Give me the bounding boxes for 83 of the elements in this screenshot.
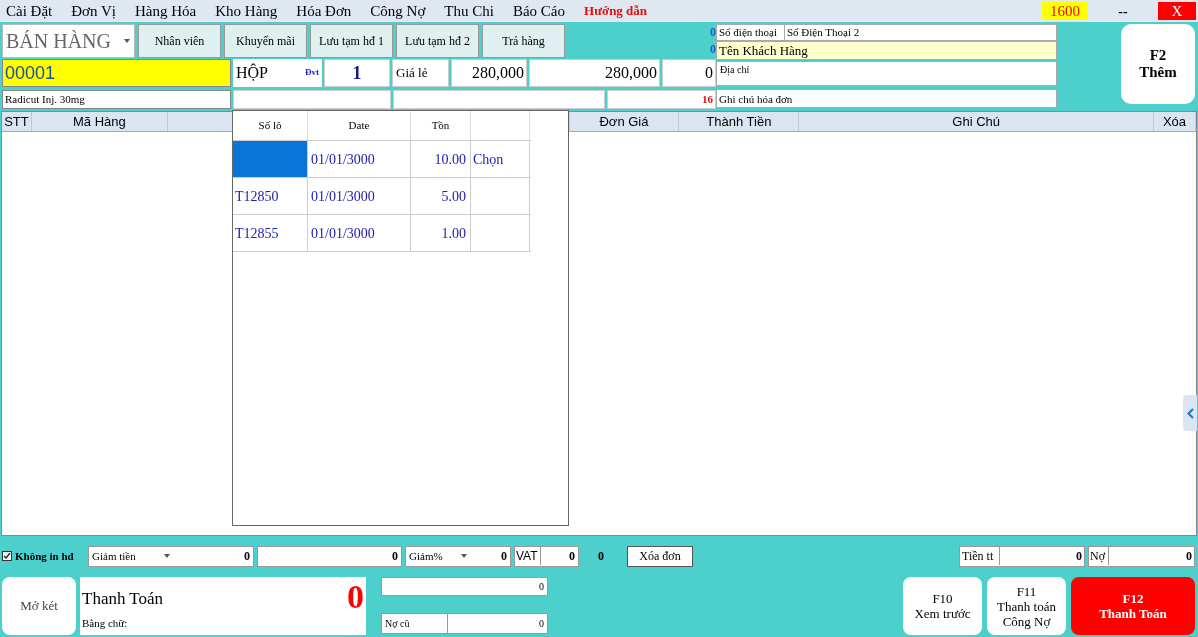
in-words-label: Bằng chữ: — [82, 616, 128, 631]
dropdown-caret-icon — [164, 554, 170, 558]
discount-field[interactable]: 0 — [662, 59, 716, 87]
mode-select[interactable]: BÁN HÀNG — [2, 24, 135, 58]
close-button[interactable]: X — [1158, 2, 1196, 20]
clear-invoice-button[interactable]: Xóa đơn — [627, 545, 693, 567]
invoice-note-field[interactable]: Ghi chú hóa đơn — [716, 89, 1057, 108]
toolbar-button[interactable]: Nhân viên — [138, 24, 221, 58]
column-header: Mã Hàng — [31, 112, 168, 131]
date-cell: 01/01/3000 — [308, 215, 411, 251]
checkbox-label: Không in hđ — [15, 548, 74, 564]
menu-item[interactable]: Công Nợ — [370, 0, 426, 23]
customer-name-field[interactable]: Tên Khách Hàng — [716, 41, 1057, 60]
choose-link[interactable]: Chọn — [473, 148, 504, 170]
price-field[interactable]: 280,000 — [451, 59, 527, 87]
menu-item[interactable]: Đơn Vị — [71, 0, 116, 23]
note-count: 16 — [607, 90, 716, 109]
text-field[interactable] — [233, 90, 391, 109]
unit-field[interactable]: HỘP Đvt — [233, 59, 322, 87]
phone2-field[interactable]: Số Điện Thoại 2 — [785, 24, 1057, 41]
action-button[interactable]: F12 Thanh Toán — [1071, 577, 1195, 635]
paid-field[interactable]: Tiền tt 0 — [959, 545, 1085, 567]
discount-extra-field[interactable]: 0 — [257, 545, 402, 567]
column-header: STT — [2, 112, 32, 131]
toolbar-button[interactable]: Lưu tạm hđ 2 — [396, 24, 479, 58]
old-debt-field[interactable]: Nợ cũ 0 — [381, 613, 548, 634]
chevron-left-icon — [1186, 407, 1194, 419]
product-name-field: Radicut Inj. 30mg — [2, 90, 231, 109]
amount-field: 280,000 — [529, 59, 660, 87]
column-header: Xóa — [1154, 112, 1196, 131]
phone-label: Số điện thoại — [716, 24, 785, 41]
lot-row[interactable]: T12850 01/01/3000 5.00 — [233, 177, 531, 214]
stock-cell: 10.00 — [411, 141, 471, 177]
column-header: Thành Tiền — [679, 112, 800, 131]
dropdown-caret-icon — [124, 39, 130, 43]
toolbar-button[interactable]: Trả hàng — [482, 24, 565, 58]
lot-cell: T12855 — [233, 215, 308, 251]
column-header: Ghi Chú — [799, 112, 1155, 131]
vat-total: 0 — [598, 548, 605, 565]
counter-value: 0 — [710, 41, 716, 58]
stock-cell: 1.00 — [411, 215, 471, 251]
counter-badge: 1600 — [1042, 2, 1088, 20]
dropdown-caret-icon — [461, 554, 467, 558]
column-header: Số lô — [233, 111, 308, 140]
action-button[interactable]: F10 Xem trước — [903, 577, 982, 635]
column-header: Tồn — [411, 111, 471, 140]
payment-total: 0 — [347, 577, 364, 617]
counter-value: 0 — [710, 24, 716, 41]
product-code-field[interactable]: 00001 — [2, 59, 231, 87]
menu-item[interactable]: Hàng Hóa — [135, 0, 197, 23]
lot-row[interactable]: 01/01/3000 10.00 Chọn — [233, 140, 531, 177]
address-field[interactable]: Địa chỉ — [716, 61, 1057, 87]
lot-row[interactable]: T12855 01/01/3000 1.00 — [233, 214, 531, 251]
discount-percent-field[interactable]: Giảm% 0 — [405, 545, 511, 567]
menu-item[interactable]: Hướng dẫn — [584, 1, 648, 21]
quantity-field[interactable]: 1 — [324, 59, 390, 87]
debt-field[interactable]: Nợ 0 — [1088, 545, 1195, 567]
date-cell: 01/01/3000 — [308, 141, 411, 177]
date-cell: 01/01/3000 — [308, 178, 411, 214]
toolbar-button[interactable]: Lưu tạm hđ 1 — [310, 24, 393, 58]
menu-item[interactable]: Kho Hàng — [215, 0, 278, 23]
column-header: Date — [308, 111, 411, 140]
unit-label: Đvt — [305, 66, 319, 80]
checkbox[interactable] — [2, 551, 12, 561]
discount-amount-field[interactable]: Giảm tiền 0 — [88, 545, 254, 567]
minimize-button[interactable]: -- — [1108, 0, 1138, 22]
payment-title: Thanh Toán — [82, 588, 164, 610]
vat-field[interactable]: VAT 0 — [514, 545, 579, 567]
price-label: Giá lẻ — [392, 59, 449, 87]
received-field[interactable]: 0 — [381, 577, 548, 596]
lot-cell: T12850 — [233, 178, 308, 214]
expand-tab[interactable] — [1183, 395, 1197, 431]
text-field[interactable] — [393, 90, 605, 109]
add-button[interactable]: F2 Thêm — [1121, 24, 1195, 104]
menu-item[interactable]: Cài Đặt — [6, 0, 53, 23]
stock-cell: 5.00 — [411, 178, 471, 214]
checkmark-icon — [3, 552, 11, 560]
menu-item[interactable]: Báo Cáo — [512, 0, 566, 23]
action-button[interactable]: F11 Thanh toán Công Nợ — [987, 577, 1066, 635]
toolbar-button[interactable]: Khuyến mãi — [224, 24, 307, 58]
open-drawer-button[interactable]: Mở két — [2, 577, 76, 635]
menu-item[interactable]: Hóa Đơn — [296, 0, 352, 23]
menu-item[interactable]: Thu Chi — [444, 0, 494, 23]
